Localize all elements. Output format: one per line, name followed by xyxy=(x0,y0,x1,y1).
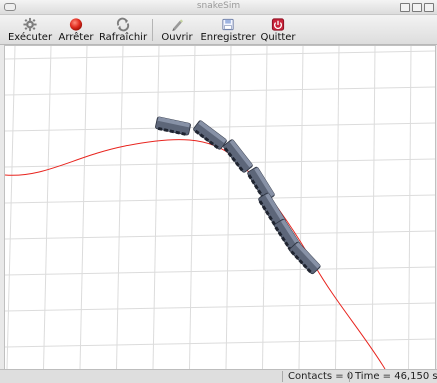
snake-robot xyxy=(155,116,321,275)
grid-line xyxy=(335,46,340,369)
window-controls xyxy=(400,3,434,12)
grid-line xyxy=(116,46,124,369)
grid-line xyxy=(298,46,304,369)
toolbar-separator xyxy=(152,19,153,41)
stop-icon xyxy=(69,18,83,31)
trajectory-path xyxy=(5,139,386,369)
window-title: snakeSim xyxy=(196,1,241,11)
open-button[interactable]: Ouvrir xyxy=(160,15,194,44)
grid-line xyxy=(5,194,435,204)
toolbar: Exécuter Arrêter Rafraîchir Ouvrir Enreg… xyxy=(0,15,437,45)
quit-button[interactable]: Quitter xyxy=(260,15,296,44)
maximize-button[interactable] xyxy=(412,3,422,12)
refresh-label: Rafraîchir xyxy=(98,32,148,43)
open-icon xyxy=(172,19,184,32)
snake-segment xyxy=(155,116,191,136)
grid-line xyxy=(5,302,435,312)
grid-line xyxy=(152,46,160,369)
stop-button[interactable]: Arrêter xyxy=(58,15,94,44)
close-button[interactable] xyxy=(424,3,434,12)
gear-icon xyxy=(23,17,37,32)
snake-segment xyxy=(193,120,227,150)
quit-label: Quitter xyxy=(260,32,296,43)
grid-line xyxy=(79,46,88,369)
open-label: Ouvrir xyxy=(161,32,193,43)
grid-line xyxy=(5,230,435,240)
minimize-button[interactable] xyxy=(400,3,410,12)
time-status: Time = 46,150 s xyxy=(355,371,437,382)
contacts-status: Contacts = 0 xyxy=(288,371,354,382)
grid-line xyxy=(5,122,435,132)
floor-grid xyxy=(5,46,435,369)
save-icon xyxy=(222,18,234,31)
grid-line xyxy=(5,86,435,96)
status-separator xyxy=(282,371,283,382)
refresh-button[interactable]: Rafraîchir xyxy=(98,15,148,44)
simulation-scene xyxy=(5,46,435,369)
snake-segment xyxy=(223,139,253,173)
quit-icon xyxy=(271,18,285,31)
stop-label: Arrêter xyxy=(58,32,94,43)
grid-line xyxy=(189,46,196,369)
run-label: Exécuter xyxy=(7,32,53,43)
refresh-icon xyxy=(116,17,130,32)
simulation-viewport[interactable] xyxy=(4,45,436,370)
save-label: Enregistrer xyxy=(200,32,256,43)
grid-line xyxy=(225,46,232,369)
status-separator xyxy=(349,371,350,382)
snake-segment xyxy=(289,241,321,275)
status-bar: Contacts = 0 Time = 46,150 s xyxy=(0,369,437,383)
run-button[interactable]: Exécuter xyxy=(8,15,52,44)
grid-line xyxy=(5,338,435,348)
grid-line xyxy=(408,46,412,369)
grid-line xyxy=(371,46,376,369)
grid-line xyxy=(5,50,435,60)
title-bar: snakeSim xyxy=(0,0,437,15)
grid-line xyxy=(5,266,435,276)
save-button[interactable]: Enregistrer xyxy=(199,15,257,44)
